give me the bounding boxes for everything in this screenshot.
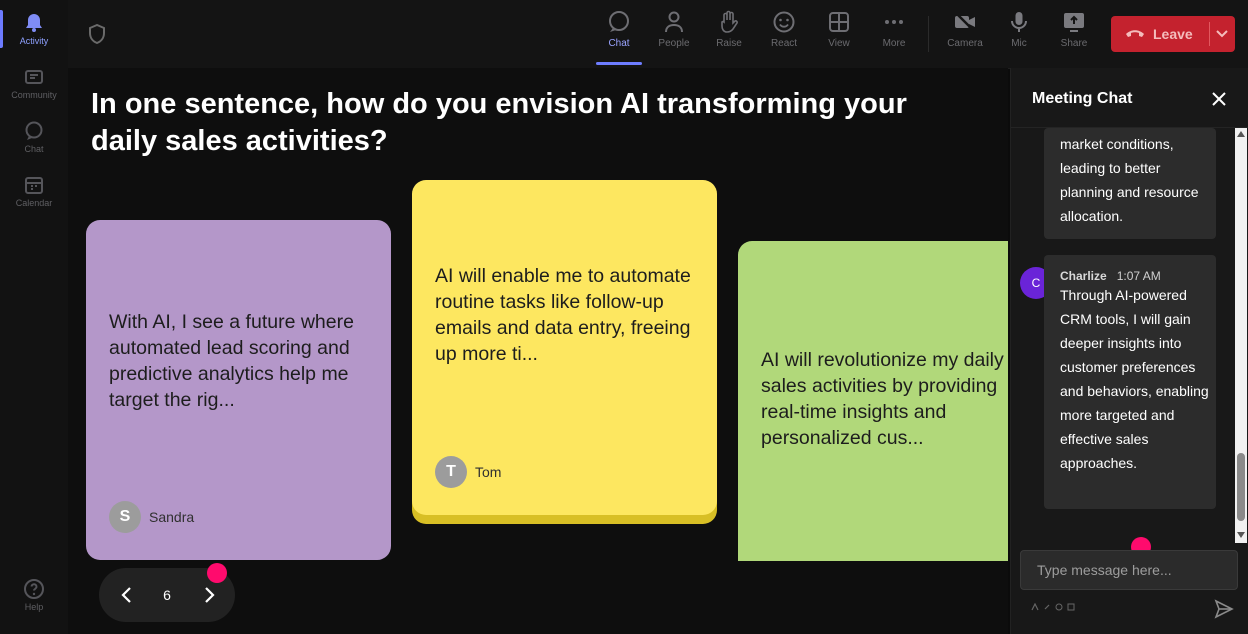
- share-screen-icon: [1064, 13, 1084, 32]
- toolbar-chat-button[interactable]: Chat: [594, 10, 644, 49]
- leave-button[interactable]: Leave: [1111, 16, 1235, 52]
- shield-icon[interactable]: [88, 24, 106, 44]
- people-icon: [665, 11, 683, 33]
- question-title: In one sentence, how do you envision AI …: [91, 88, 907, 157]
- chat-icon: [609, 11, 629, 32]
- message-text: Through AI-powered CRM tools, I will gai…: [1060, 287, 1209, 471]
- rail-item-activity[interactable]: Activity: [0, 12, 68, 46]
- left-rail: Activity Community Chat Calendar Help: [0, 0, 69, 634]
- toolbar-raise-button[interactable]: Raise: [704, 10, 754, 49]
- toolbar-share-button[interactable]: Share: [1049, 10, 1099, 49]
- chevron-down-icon[interactable]: [1215, 26, 1229, 40]
- grid-view-icon: [829, 12, 849, 32]
- chevron-right-icon[interactable]: [199, 585, 219, 605]
- toolbar-label: Mic: [1011, 38, 1027, 49]
- scroll-up-arrow[interactable]: [1237, 131, 1245, 137]
- toolbar-label: People: [658, 38, 690, 49]
- response-text: AI will revolutionize my daily sales act…: [761, 349, 1004, 449]
- toolbar-divider: [928, 16, 929, 52]
- toolbar-label: More: [882, 38, 906, 49]
- emoji-icon[interactable]: [1055, 603, 1063, 611]
- page-number: 6: [163, 587, 171, 603]
- rail-label: Chat: [24, 144, 44, 154]
- toolbar-label: Chat: [608, 38, 630, 49]
- scroll-thumb[interactable]: [1237, 453, 1245, 521]
- toolbar-more-button[interactable]: More: [869, 10, 919, 49]
- bell-icon: [26, 14, 42, 32]
- microphone-icon: [1011, 12, 1027, 32]
- toolbar-mic-button[interactable]: Mic: [994, 10, 1044, 49]
- toolbar-label: Share: [1060, 38, 1088, 49]
- avatar: T: [435, 456, 467, 488]
- rail-item-calendar[interactable]: Calendar: [0, 174, 68, 208]
- message-sender: Charlize: [1060, 269, 1107, 283]
- attach-icon[interactable]: [1043, 603, 1051, 611]
- toolbar-view-button[interactable]: View: [814, 10, 864, 49]
- toolbar-camera-button[interactable]: Camera: [940, 10, 990, 49]
- response-text: With AI, I see a future where automated …: [109, 311, 354, 411]
- leave-label: Leave: [1153, 26, 1193, 42]
- toolbar-people-button[interactable]: People: [649, 10, 699, 49]
- rail-label: Activity: [19, 36, 49, 46]
- active-tab-indicator: [596, 62, 642, 65]
- rail-label: Calendar: [15, 198, 53, 208]
- rail-item-chat[interactable]: Chat: [0, 120, 68, 154]
- author-name: Tom: [475, 464, 502, 480]
- community-icon: [25, 70, 43, 84]
- response-card[interactable]: AI will enable me to automate routine ta…: [412, 180, 717, 515]
- scroll-down-arrow[interactable]: [1237, 532, 1245, 538]
- presentation-stage: In one sentence, how do you envision AI …: [68, 68, 1008, 634]
- rail-label: Help: [24, 602, 44, 612]
- ellipsis-icon: [885, 20, 903, 24]
- hand-icon: [721, 10, 738, 33]
- response-card[interactable]: AI will revolutionize my daily sales act…: [738, 241, 1008, 561]
- chat-icon: [25, 121, 43, 140]
- chat-scrollbar[interactable]: [1235, 128, 1247, 543]
- format-toolbar: [1031, 603, 1075, 611]
- rail-item-help[interactable]: Help: [0, 578, 68, 612]
- chevron-left-icon[interactable]: [117, 585, 137, 605]
- toolbar-react-button[interactable]: React: [759, 10, 809, 49]
- toolbar-label: Camera: [947, 38, 983, 49]
- toolbar-label: Raise: [716, 38, 742, 49]
- response-author: T Tom: [435, 456, 501, 488]
- response-card[interactable]: With AI, I see a future where automated …: [86, 220, 391, 560]
- send-icon[interactable]: [1214, 599, 1234, 619]
- format-icon[interactable]: [1031, 603, 1039, 611]
- rail-label: Community: [11, 90, 57, 100]
- calendar-icon: [25, 177, 43, 194]
- camera-off-icon: [955, 12, 975, 32]
- chat-title: Meeting Chat: [1032, 90, 1133, 107]
- hang-up-icon: [1126, 30, 1144, 37]
- message-time: 1:07 AM: [1116, 269, 1161, 283]
- smiley-icon: [773, 11, 795, 33]
- pointer-indicator: [207, 563, 227, 583]
- response-text: AI will enable me to automate routine ta…: [435, 265, 691, 365]
- meeting-toolbar: Chat People Raise React View More Camera…: [68, 0, 1248, 69]
- toolbar-label: View: [828, 38, 850, 49]
- close-icon[interactable]: [1210, 90, 1228, 108]
- response-author: S Sandra: [109, 501, 194, 533]
- leave-separator: [1209, 22, 1210, 46]
- chat-message: market conditions, leading to better pla…: [1044, 128, 1216, 239]
- chat-message: Charlize 1:07 AM Through AI-powered CRM t…: [1044, 255, 1216, 509]
- toolbar-label: React: [770, 38, 798, 49]
- rail-item-community[interactable]: Community: [0, 66, 68, 100]
- author-name: Sandra: [149, 509, 195, 525]
- message-text: market conditions, leading to better pla…: [1060, 136, 1199, 224]
- avatar: S: [109, 501, 141, 533]
- gif-icon[interactable]: [1067, 603, 1075, 611]
- chat-message-input[interactable]: [1020, 550, 1238, 590]
- meeting-chat-panel: Meeting Chat market conditions, leading …: [1010, 68, 1248, 634]
- help-icon: [24, 579, 44, 599]
